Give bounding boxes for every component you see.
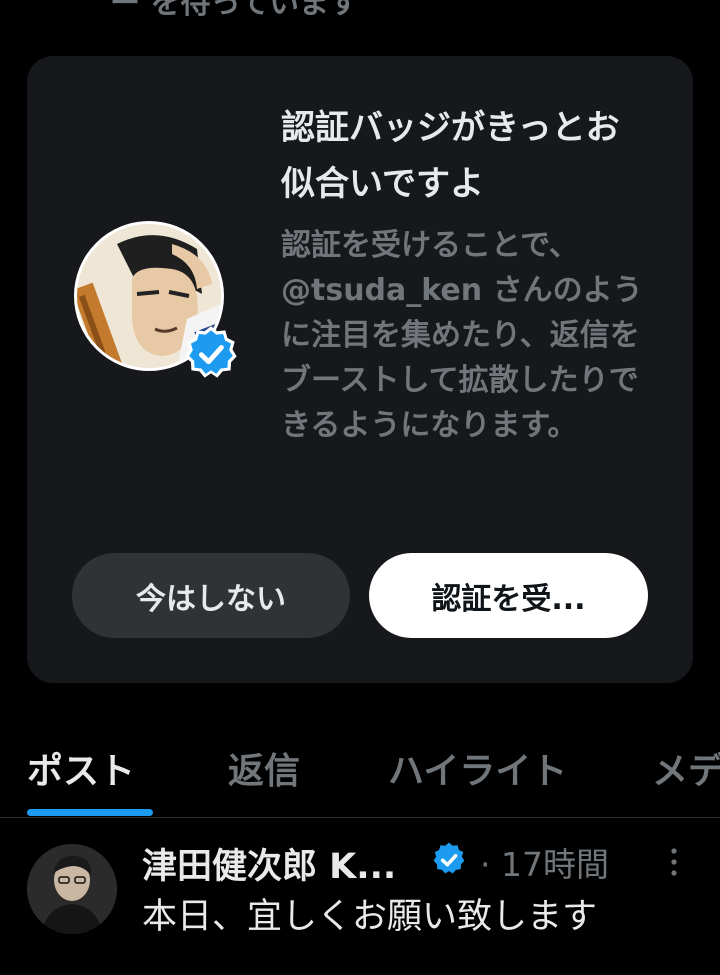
tab-highlights[interactable]: ハイライト — [388, 742, 567, 794]
not-now-button[interactable]: 今はしない — [72, 553, 350, 638]
author-photo — [27, 844, 117, 934]
tab-media[interactable]: メデ — [652, 742, 720, 794]
verified-badge-icon — [185, 326, 237, 378]
more-options-icon[interactable] — [660, 844, 688, 880]
get-verified-button[interactable]: 認証を受... — [369, 553, 648, 638]
active-tab-indicator — [27, 809, 153, 816]
author-name[interactable]: 津田健次郎 K... — [142, 838, 396, 889]
profile-avatar — [74, 221, 237, 378]
promo-title: 認証バッジがきっとお似合いですよ — [281, 108, 620, 204]
profile-tabs: ポスト 返信 ハイライト メデ — [0, 730, 720, 816]
verification-promo-card: 認証バッジがきっとお似合いですよ 認証を受けることで、@tsuda_ken さん… — [27, 56, 693, 683]
partial-status-text: ー を待っています — [110, 0, 359, 21]
tab-replies[interactable]: 返信 — [228, 742, 300, 794]
post-timestamp: · 17時間 — [480, 845, 609, 884]
post-text: 本日、宜しくお願い致します — [142, 897, 598, 937]
tab-posts[interactable]: ポスト — [27, 742, 135, 794]
promo-description: 認証を受けることで、@tsuda_ken さんのように注目を集めたり、返信をブー… — [281, 228, 643, 443]
post-item[interactable]: 津田健次郎 K... · 17時間 本日、宜しくお願い致します — [0, 818, 720, 975]
verified-badge-icon — [433, 842, 465, 874]
author-avatar[interactable] — [27, 844, 117, 934]
